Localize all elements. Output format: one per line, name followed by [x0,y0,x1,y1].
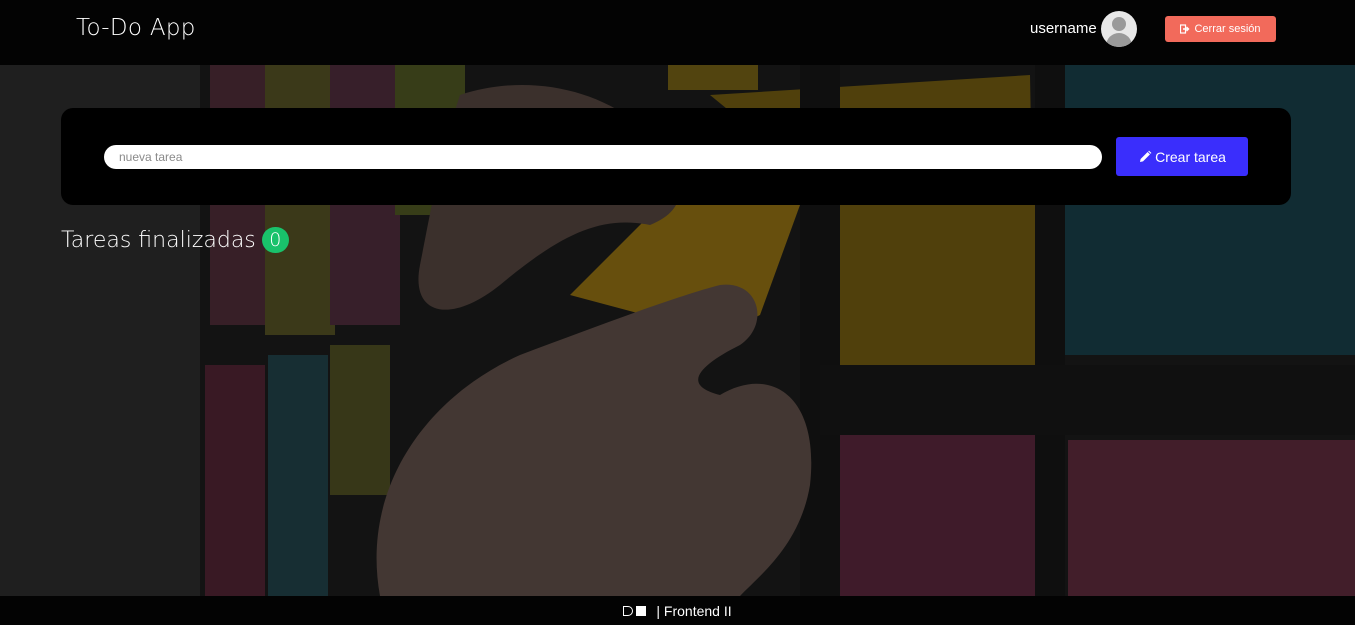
finished-count-badge: 0 [261,227,289,253]
create-task-label: Crear tarea [1155,148,1226,165]
new-task-input[interactable] [104,145,1102,169]
avatar-head [1112,17,1126,31]
pencil-icon [1140,150,1152,162]
user-avatar-icon[interactable] [1101,11,1137,47]
avatar-body [1106,33,1132,47]
footer: | Frontend II [0,596,1355,625]
finished-tasks-title: Tareas finalizadas [61,227,256,253]
logout-button[interactable]: Cerrar sesión [1165,16,1276,42]
finished-tasks-heading: Tareas finalizadas 0 [61,227,289,253]
footer-text: | Frontend II [656,602,732,619]
username-label: username [1030,20,1097,37]
logout-label: Cerrar sesión [1194,23,1261,35]
logo-d-shape [623,605,634,616]
create-task-button[interactable]: Crear tarea [1116,137,1248,176]
top-navbar: To-Do App username Cerrar sesión [0,0,1355,65]
sign-out-icon [1180,24,1190,34]
app-title: To-Do App [76,15,196,41]
dh-logo-icon [623,605,647,616]
logo-square-shape [636,605,647,616]
